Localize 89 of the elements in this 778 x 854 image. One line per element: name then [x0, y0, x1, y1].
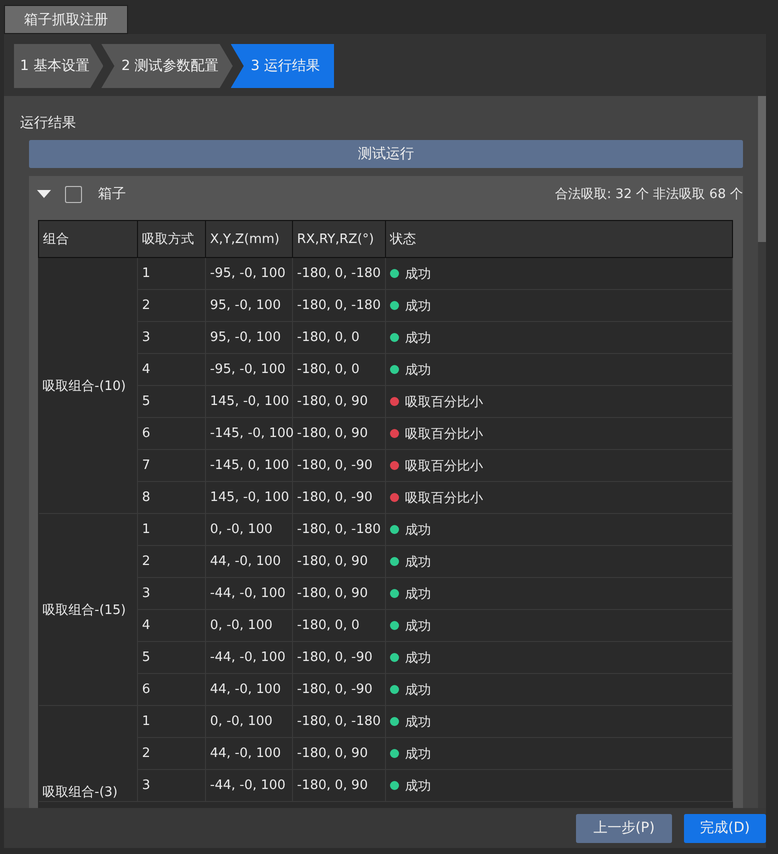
table-cell: 3 — [142, 330, 150, 345]
table-cell: -180, 0, 90 — [297, 426, 368, 441]
table-cell: 44, -0, 100 — [210, 554, 281, 569]
table-cell: 吸取组合-(10) — [42, 378, 126, 394]
scrollbar[interactable] — [758, 96, 766, 808]
table-cell: 1 — [142, 266, 150, 281]
table-cell: -180, 0, 0 — [297, 330, 360, 345]
table-cell: -180, 0, -180 — [297, 266, 381, 281]
table-cell: 0, -0, 100 — [210, 714, 273, 729]
table-cell: 2 — [142, 554, 150, 569]
column-header: RX,RY,RZ(°) — [292, 220, 386, 258]
status-text: 成功 — [405, 746, 431, 762]
table-cell: 7 — [142, 458, 150, 473]
table-cell: 2 — [142, 746, 150, 761]
table-cell: 2 — [142, 298, 150, 313]
table-cell: 1 — [142, 714, 150, 729]
back-button[interactable]: 上一步(P) — [576, 814, 672, 842]
table-cell: 3 — [142, 586, 150, 601]
table-cell: 4 — [142, 362, 150, 377]
table-cell: -44, -0, 100 — [210, 586, 286, 601]
table-cell: -95, -0, 100 — [210, 266, 286, 281]
table-cell: -180, 0, 90 — [297, 554, 368, 569]
table-cell: -180, 0, 0 — [297, 362, 360, 377]
section-title: 运行结果 — [20, 114, 77, 132]
table-cell: -180, 0, -180 — [297, 714, 381, 729]
status-text: 成功 — [405, 522, 431, 538]
table-cell: -95, -0, 100 — [210, 362, 286, 377]
status-text: 成功 — [405, 362, 431, 378]
status-text: 成功 — [405, 298, 431, 314]
column-header: 组合 — [38, 220, 138, 258]
status-text: 成功 — [405, 714, 431, 730]
table-cell: 吸取组合-(15) — [42, 602, 126, 618]
table-cell: 4 — [142, 618, 150, 633]
status-text: 成功 — [405, 778, 431, 794]
table-cell: -145, 0, 100 — [210, 458, 290, 473]
status-text: 成功 — [405, 682, 431, 698]
status-text: 吸取百分比小 — [405, 394, 483, 410]
table-cell: 44, -0, 100 — [210, 746, 281, 761]
status-text: 成功 — [405, 266, 431, 282]
status-text: 成功 — [405, 650, 431, 666]
table-cell: -180, 0, -90 — [297, 490, 373, 505]
table-cell: -180, 0, 90 — [297, 394, 368, 409]
table-cell: 6 — [142, 682, 150, 697]
table-cell: 0, -0, 100 — [210, 618, 273, 633]
window-tab[interactable]: 箱子抓取注册 — [4, 5, 128, 34]
wizard-step[interactable]: 3 运行结果 — [230, 44, 334, 88]
table-cell: 吸取组合-(3) — [42, 785, 118, 800]
pick-summary: 合法吸取: 32 个 非法吸取 68 个 — [554, 186, 743, 203]
table-cell: -180, 0, 90 — [297, 778, 368, 793]
status-text: 成功 — [405, 554, 431, 570]
table-cell: 6 — [142, 426, 150, 441]
table-cell: 3 — [142, 778, 150, 793]
table-cell: -145, -0, 100 — [210, 426, 294, 441]
table-cell: -180, 0, -180 — [297, 522, 381, 537]
table-cell: 44, -0, 100 — [210, 682, 281, 697]
table-cell: 1 — [142, 522, 150, 537]
table-cell: -44, -0, 100 — [210, 650, 286, 665]
table-cell: -180, 0, -90 — [297, 650, 373, 665]
table-cell: -180, 0, -180 — [297, 298, 381, 313]
table-cell: -180, 0, -90 — [297, 458, 373, 473]
table-cell: -180, 0, 90 — [297, 746, 368, 761]
wizard-step[interactable]: 1 基本设置 — [14, 44, 104, 88]
caret-down-icon[interactable] — [37, 189, 51, 199]
table-cell: 95, -0, 100 — [210, 298, 281, 313]
table-cell: 145, -0, 100 — [210, 490, 290, 505]
group-name: 箱子 — [98, 185, 126, 203]
finish-button[interactable]: 完成(D) — [684, 814, 766, 842]
test-run-button[interactable]: 测试运行 — [29, 140, 743, 168]
status-text: 吸取百分比小 — [405, 490, 483, 506]
status-text: 成功 — [405, 586, 431, 602]
column-header: 状态 — [386, 220, 732, 258]
table-cell: -180, 0, -90 — [297, 682, 373, 697]
status-text: 成功 — [405, 330, 431, 346]
group-checkbox[interactable] — [65, 186, 82, 202]
status-text: 吸取百分比小 — [405, 458, 483, 474]
column-header: 吸取方式 — [138, 220, 206, 258]
status-text: 吸取百分比小 — [405, 426, 483, 442]
wizard-step[interactable]: 2 测试参数配置 — [101, 44, 233, 88]
table-cell: 145, -0, 100 — [210, 394, 290, 409]
table-cell: -44, -0, 100 — [210, 778, 286, 793]
table-cell: 95, -0, 100 — [210, 330, 281, 345]
table-cell: -180, 0, 90 — [297, 586, 368, 601]
table-cell: 5 — [142, 394, 150, 409]
table-cell: 8 — [142, 490, 150, 505]
table-cell: -180, 0, 0 — [297, 618, 360, 633]
table-cell: 5 — [142, 650, 150, 665]
column-header: X,Y,Z(mm) — [206, 220, 292, 258]
table-cell: 0, -0, 100 — [210, 522, 273, 537]
status-text: 成功 — [405, 618, 431, 634]
